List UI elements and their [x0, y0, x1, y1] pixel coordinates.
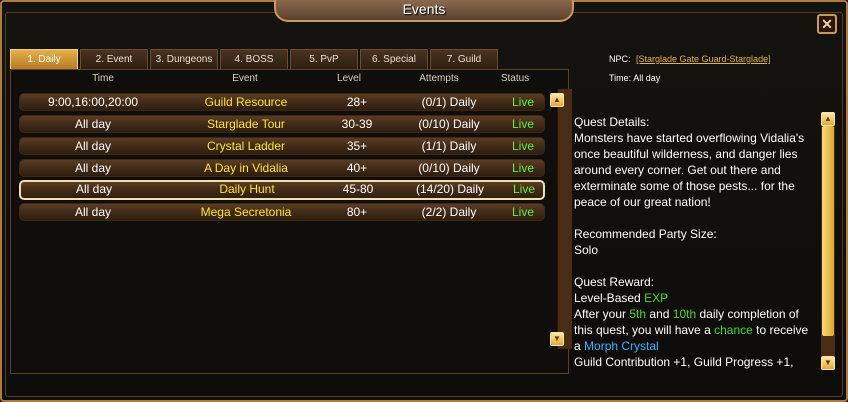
tab-pvp[interactable]: 5. PvP — [290, 49, 358, 69]
npc-label: NPC: — [609, 54, 631, 64]
row-level: 30-39 — [341, 117, 373, 131]
quest-details-text: Quest Details: Monsters have started ove… — [574, 114, 818, 370]
reward-exp-line: Level-Based EXP — [574, 290, 818, 306]
reward-10th: 10th — [672, 307, 697, 321]
chevron-down-icon[interactable]: ▼ — [821, 356, 835, 370]
reward-guild-line: Guild Contribution +1, Guild Progress +1… — [574, 355, 794, 369]
row-attempts: (0/10) Daily — [418, 161, 480, 175]
row-time: All day — [74, 139, 112, 153]
row-attempts: (0/10) Daily — [418, 117, 480, 131]
tab-label: 1. Daily — [27, 54, 61, 65]
row-level: 35+ — [346, 139, 368, 153]
row-status: Live — [511, 161, 534, 175]
tab-label: 4. BOSS — [234, 54, 274, 65]
reward-heading: Quest Reward: — [574, 275, 655, 289]
close-button[interactable]: ✕ — [817, 14, 837, 34]
row-time: All day — [75, 182, 113, 196]
row-event: A Day in Vidalia — [204, 161, 288, 175]
row-time: All day — [74, 161, 112, 175]
tab-event[interactable]: 2. Event — [80, 49, 148, 69]
row-event: Guild Resource — [204, 95, 288, 109]
reward-prefix: Level-Based — [574, 291, 641, 305]
row-time: All day — [74, 117, 112, 131]
table-row[interactable]: All day Starglade Tour 30-39 (0/10) Dail… — [19, 115, 545, 133]
row-time: 9:00,16:00,20:00 — [47, 95, 139, 109]
tab-boss[interactable]: 4. BOSS — [220, 49, 288, 69]
row-status: Live — [511, 205, 534, 219]
chevron-down-icon[interactable]: ▼ — [550, 332, 564, 346]
row-event: Mega Secretonia — [200, 205, 292, 219]
table-row-selected[interactable]: All day Daily Hunt 45-80 (14/20) Daily L… — [19, 180, 545, 200]
tab-label: 6. Special — [372, 54, 416, 65]
row-status: Live — [511, 139, 534, 153]
reward-crystal-line: After your 5th and 10th daily completion… — [574, 306, 818, 354]
tab-label: 7. Guild — [446, 54, 482, 65]
table-row[interactable]: All day A Day in Vidalia 40+ (0/10) Dail… — [19, 159, 545, 177]
npc-link[interactable]: [Starglade Gate Guard-Starglade] — [636, 54, 771, 64]
table-scrollbar[interactable] — [557, 89, 572, 349]
events-table-panel: Time Event Level Attempts Status 9:00,16… — [10, 69, 572, 374]
quest-description: Monsters have started overflowing Vidali… — [574, 131, 805, 209]
window-title-plate: Events — [274, 0, 574, 22]
reward-exp: EXP — [644, 291, 669, 305]
column-header-attempts: Attempts — [419, 73, 459, 84]
tab-special[interactable]: 6. Special — [360, 49, 428, 69]
row-status: Live — [511, 95, 534, 109]
window-title: Events — [402, 1, 446, 17]
tab-guild[interactable]: 7. Guild — [430, 49, 498, 69]
row-level: 28+ — [346, 95, 368, 109]
close-icon: ✕ — [821, 16, 833, 32]
tab-daily[interactable]: 1. Daily — [10, 49, 78, 69]
time-label-key: Time: — [609, 73, 632, 83]
reward-text: and — [649, 307, 670, 321]
table-row[interactable]: All day Crystal Ladder 35+ (1/1) Daily L… — [19, 137, 545, 155]
reward-chance: chance — [714, 323, 753, 337]
row-level: 45-80 — [342, 182, 374, 196]
details-scroll-thumb[interactable] — [822, 126, 834, 336]
column-header-event: Event — [232, 73, 258, 84]
table-row[interactable]: 9:00,16:00,20:00 Guild Resource 28+ (0/1… — [19, 93, 545, 111]
time-value: All day — [633, 73, 661, 83]
row-attempts: (14/20) Daily — [415, 182, 485, 196]
row-event: Crystal Ladder — [206, 139, 286, 153]
row-status: Live — [512, 182, 535, 196]
tab-label: 5. PvP — [309, 54, 339, 65]
column-header-status: Status — [500, 73, 530, 84]
row-time: All day — [74, 205, 112, 219]
row-level: 40+ — [346, 161, 368, 175]
chevron-up-icon[interactable]: ▲ — [821, 112, 835, 126]
row-attempts: (0/1) Daily — [421, 95, 477, 109]
row-event: Starglade Tour — [207, 117, 285, 131]
row-level: 80+ — [346, 205, 368, 219]
quest-details-heading: Quest Details: — [574, 115, 650, 129]
reward-text: After your — [574, 307, 627, 321]
tab-label: 3. Dungeons — [155, 54, 213, 65]
tab-label: 2. Event — [95, 54, 133, 65]
chevron-up-icon[interactable]: ▲ — [550, 93, 564, 107]
party-heading: Recommended Party Size: — [574, 227, 717, 241]
tab-bar: 1. Daily 2. Event 3. Dungeons 4. BOSS 5.… — [10, 49, 500, 69]
time-label: Time: All day — [609, 73, 660, 83]
row-attempts: (2/2) Daily — [421, 205, 477, 219]
reward-morph-crystal: Morph Crystal — [584, 339, 659, 353]
column-header-level: Level — [337, 73, 361, 84]
row-attempts: (1/1) Daily — [421, 139, 477, 153]
column-header-time: Time — [92, 73, 114, 84]
reward-5th: 5th — [629, 307, 647, 321]
row-status: Live — [511, 117, 534, 131]
tab-dungeons[interactable]: 3. Dungeons — [150, 49, 218, 69]
table-row[interactable]: All day Mega Secretonia 80+ (2/2) Daily … — [19, 203, 545, 221]
row-event: Daily Hunt — [219, 182, 275, 196]
party-value: Solo — [574, 243, 599, 257]
